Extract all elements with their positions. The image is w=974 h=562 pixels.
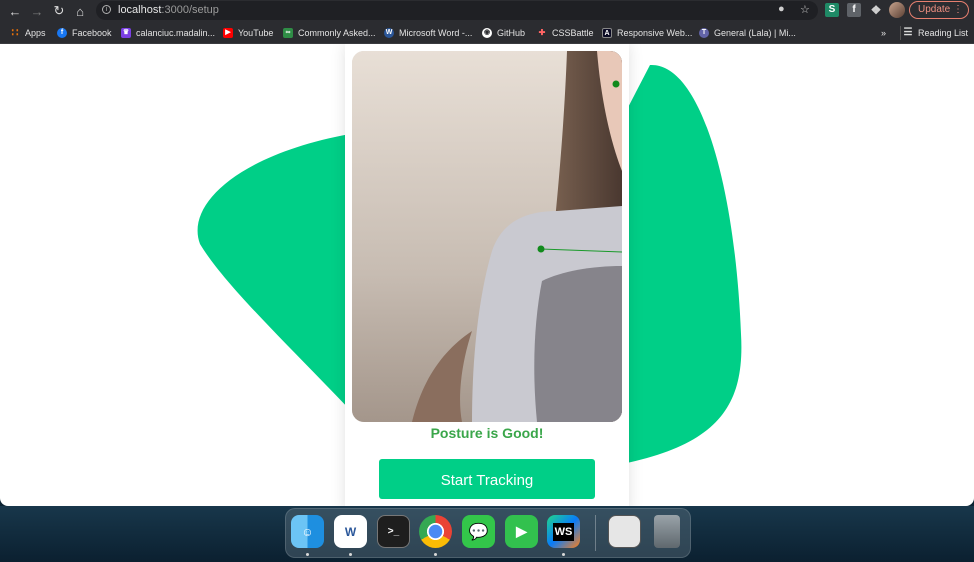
word-icon[interactable]: W (334, 515, 367, 548)
address-url[interactable]: localhost:3000/setup (118, 4, 219, 16)
bookmark-cssbattle[interactable]: ✚ CSSBattle (537, 26, 594, 40)
bookmarks-bar: ∷ Apps f Facebook ♛ calanciuc.madalin...… (0, 22, 974, 44)
bookmark-commonly-asked[interactable]: ∞ Commonly Asked... (283, 26, 376, 40)
link-icon: ∞ (283, 28, 293, 38)
facetime-icon[interactable]: ▶ (505, 515, 538, 548)
bookmarks-overflow-button[interactable]: » (881, 26, 886, 40)
reload-icon[interactable]: ↻ (50, 2, 68, 20)
update-button[interactable]: Update ⋮ (909, 1, 969, 19)
bookmark-star-icon[interactable]: ☆ (800, 3, 810, 16)
dock: ☺ W >_ 💬 ▶ WS (285, 508, 691, 558)
cssbattle-icon: ✚ (538, 28, 546, 37)
start-tracking-button[interactable]: Start Tracking (379, 459, 595, 499)
bookmark-github[interactable]: ◉ GitHub (482, 26, 525, 40)
posture-status: Posture is Good! (430, 425, 544, 441)
finder-running-indicator (306, 553, 309, 556)
profile-avatar[interactable] (889, 2, 905, 18)
site-info-icon[interactable]: i (102, 5, 111, 14)
crown-icon: ♛ (121, 28, 131, 38)
facebook-icon: f (57, 28, 67, 38)
webstorm-running-indicator (562, 553, 565, 556)
word-running-indicator (349, 553, 352, 556)
messages-icon[interactable]: 💬 (462, 515, 495, 548)
bookmark-calanciuc[interactable]: ♛ calanciuc.madalin... (121, 26, 215, 40)
finder-icon[interactable]: ☺ (291, 515, 324, 548)
webcam-image (352, 51, 622, 422)
trash-icon[interactable] (654, 515, 680, 548)
browser-toolbar: ← → ↻ ⌂ i localhost:3000/setup ● ☆ S f ❖… (0, 0, 974, 22)
word-icon: W (384, 28, 394, 38)
bookmark-facebook[interactable]: f Facebook (57, 26, 112, 40)
chrome-running-indicator (434, 553, 437, 556)
reading-list-button[interactable]: ☰ Reading List (900, 26, 968, 40)
teams-icon: T (699, 28, 709, 38)
reading-list-icon: ☰ (903, 27, 913, 38)
home-icon[interactable]: ⌂ (71, 2, 89, 20)
extension-s-icon[interactable]: S (825, 3, 839, 17)
back-arrow-icon[interactable]: ← (6, 2, 24, 20)
bookmark-microsoft-word[interactable]: W Microsoft Word -... (384, 26, 472, 40)
webstorm-icon[interactable]: WS (547, 515, 580, 548)
dock-separator (595, 515, 596, 551)
chrome-icon[interactable] (419, 515, 452, 548)
apps-grid-icon: ∷ (11, 27, 19, 39)
bookmark-youtube[interactable]: ▶ YouTube (223, 26, 273, 40)
forward-arrow-icon[interactable]: → (28, 2, 46, 20)
camera-in-use-icon[interactable]: ● (778, 3, 785, 15)
shoulder-landmark (537, 245, 545, 253)
terminal-icon[interactable]: >_ (377, 515, 410, 548)
setup-card: Posture is Good! Start Tracking (345, 44, 629, 506)
bookmark-apps[interactable]: ∷ Apps (10, 26, 46, 40)
extension-f-icon[interactable]: f (847, 3, 861, 17)
preview-window-icon[interactable] (608, 515, 641, 548)
freecodecamp-icon: A (602, 28, 612, 38)
address-bar[interactable]: i localhost:3000/setup ● ☆ (96, 1, 818, 20)
setup-page: Posture is Good! Start Tracking (0, 44, 974, 506)
bookmark-responsive-web[interactable]: A Responsive Web... (602, 26, 692, 40)
webcam-feed (352, 51, 622, 422)
extensions-puzzle-icon[interactable]: ❖ (869, 3, 883, 17)
github-icon: ◉ (482, 28, 492, 38)
bookmark-teams[interactable]: T General (Lala) | Mi... (699, 26, 796, 40)
youtube-icon: ▶ (223, 28, 233, 38)
more-menu-icon[interactable]: ⋮ (953, 2, 963, 18)
ear-landmark (612, 80, 620, 88)
